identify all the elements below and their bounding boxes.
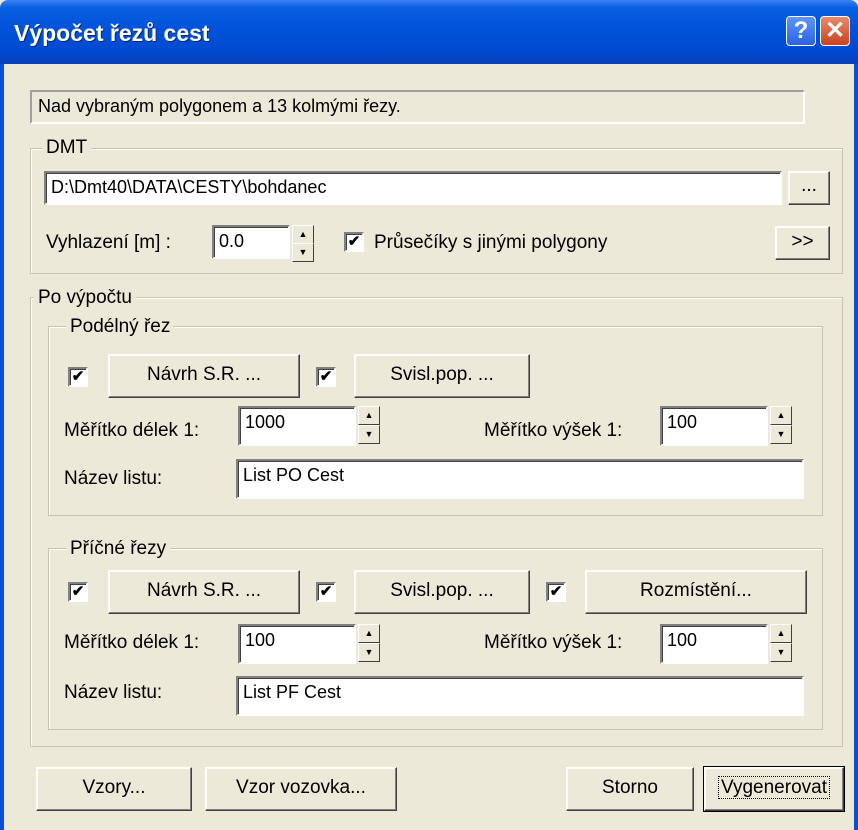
spin-down-icon[interactable]: ▼ xyxy=(770,643,792,662)
help-button[interactable]: ? xyxy=(786,16,816,46)
spin-down-icon[interactable]: ▼ xyxy=(770,425,792,444)
longitudinal-height-scale-input[interactable]: 100 xyxy=(660,406,768,446)
cross-layout-button[interactable]: Rozmístění... xyxy=(585,570,807,614)
after-group-label: Po výpočtu xyxy=(34,287,136,309)
spin-down-icon[interactable]: ▼ xyxy=(292,243,314,262)
spin-up-icon[interactable]: ▲ xyxy=(292,225,314,244)
road-template-button[interactable]: Vzor vozovka... xyxy=(205,767,397,811)
longitudinal-design-checkbox[interactable]: ✔ xyxy=(68,367,88,387)
dmt-group-label: DMT xyxy=(42,137,92,159)
cross-length-spinner[interactable]: ▲ ▼ xyxy=(358,624,380,662)
title-bar[interactable]: Výpočet řezů cest ? ✕ xyxy=(0,0,858,64)
longitudinal-length-scale-label: Měřítko délek 1: xyxy=(64,420,200,441)
longitudinal-vertical-button[interactable]: Svisl.pop. ... xyxy=(354,354,530,398)
generate-label: Vygenerovat xyxy=(718,776,830,799)
cross-sheet-name-label: Název listu: xyxy=(64,682,163,703)
window-title: Výpočet řezů cest xyxy=(14,20,210,46)
longitudinal-height-spinner[interactable]: ▲ ▼ xyxy=(770,406,792,444)
cross-sheet-name-input[interactable]: List PF Cest xyxy=(236,676,804,716)
longitudinal-sheet-name-label: Název listu: xyxy=(64,468,163,489)
cross-height-spinner[interactable]: ▲ ▼ xyxy=(770,624,792,662)
cross-group-label: Příčné řezy xyxy=(66,538,171,560)
longitudinal-height-scale-label: Měřítko výšek 1: xyxy=(484,420,623,441)
spin-down-icon[interactable]: ▼ xyxy=(358,425,380,444)
more-button[interactable]: >> xyxy=(775,226,830,260)
cross-vertical-button[interactable]: Svisl.pop. ... xyxy=(354,570,530,614)
longitudinal-length-scale-input[interactable]: 1000 xyxy=(238,406,356,446)
intersections-label[interactable]: Průsečíky s jinými polygony xyxy=(374,232,607,254)
spin-up-icon[interactable]: ▲ xyxy=(770,624,792,643)
cross-layout-checkbox[interactable]: ✔ xyxy=(546,582,566,602)
cross-height-scale-input[interactable]: 100 xyxy=(660,624,768,664)
spin-up-icon[interactable]: ▲ xyxy=(770,406,792,425)
spin-up-icon[interactable]: ▲ xyxy=(358,624,380,643)
window-frame-right xyxy=(854,64,858,830)
templates-button[interactable]: Vzory... xyxy=(36,767,192,811)
cross-length-scale-label: Měřítko délek 1: xyxy=(64,632,200,653)
cross-vertical-checkbox[interactable]: ✔ xyxy=(316,582,336,602)
generate-button[interactable]: Vygenerovat xyxy=(703,766,845,812)
longitudinal-length-spinner[interactable]: ▲ ▼ xyxy=(358,406,380,444)
status-text: Nad vybraným polygonem a 13 kolmými řezy… xyxy=(30,90,805,124)
spin-up-icon[interactable]: ▲ xyxy=(358,406,380,425)
cancel-button[interactable]: Storno xyxy=(566,767,694,811)
close-button[interactable]: ✕ xyxy=(820,16,850,46)
intersections-checkbox[interactable]: ✔ xyxy=(344,232,364,252)
cross-design-checkbox[interactable]: ✔ xyxy=(68,582,88,602)
dmt-path-input[interactable]: D:\Dmt40\DATA\CESTY\bohdanec xyxy=(44,171,782,205)
longitudinal-design-button[interactable]: Návrh S.R. ... xyxy=(108,354,300,398)
spin-down-icon[interactable]: ▼ xyxy=(358,643,380,662)
cross-design-button[interactable]: Návrh S.R. ... xyxy=(108,570,300,614)
smoothing-label: Vyhlazení [m] : xyxy=(46,232,171,253)
smoothing-spinner[interactable]: ▲ ▼ xyxy=(292,225,314,262)
dmt-group xyxy=(30,148,843,274)
longitudinal-group-label: Podélný řez xyxy=(66,316,175,338)
longitudinal-vertical-checkbox[interactable]: ✔ xyxy=(316,367,336,387)
cross-height-scale-label: Měřítko výšek 1: xyxy=(484,632,623,653)
longitudinal-sheet-name-input[interactable]: List PO Cest xyxy=(236,459,804,499)
browse-button[interactable]: ... xyxy=(788,171,830,205)
smoothing-input[interactable]: 0.0 xyxy=(212,225,290,259)
window-frame-left xyxy=(0,64,4,830)
cross-length-scale-input[interactable]: 100 xyxy=(238,624,356,664)
